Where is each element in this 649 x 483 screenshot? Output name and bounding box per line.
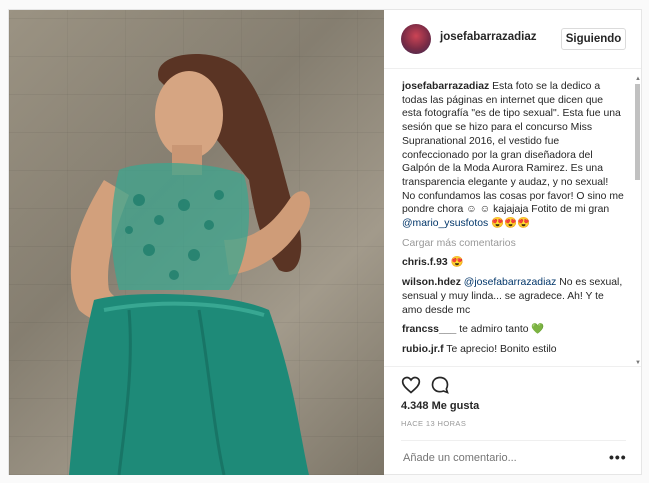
list-item: chris.f.93 😍 bbox=[402, 256, 624, 270]
comment-username[interactable]: chris.f.93 bbox=[402, 257, 448, 268]
comments-list: josefabarrazadiaz Esta foto se la dedico… bbox=[402, 80, 624, 363]
scroll-thumb[interactable] bbox=[635, 84, 640, 180]
caption-text: Esta foto se la dedico a todas las págin… bbox=[402, 81, 624, 216]
comments-scrollbar[interactable]: ▲ ▼ bbox=[634, 76, 641, 366]
load-more-comments[interactable]: Cargar más comentarios bbox=[402, 237, 624, 251]
list-item: wilson.hdez @josefabarrazadiaz No es sex… bbox=[402, 276, 624, 317]
comment-text: te admiro tanto 💚 bbox=[459, 324, 545, 336]
likes-count[interactable]: 4.348 Me gusta bbox=[401, 400, 479, 412]
post-photo[interactable] bbox=[9, 10, 384, 475]
list-item: francss___ te admiro tanto 💚 bbox=[402, 323, 624, 337]
avatar[interactable] bbox=[401, 24, 431, 54]
list-item: rubio.jr.f Te aprecio! Bonito estilo bbox=[402, 343, 624, 357]
instagram-post: josefabarrazadiaz Siguiendo josefabarraz… bbox=[8, 9, 642, 475]
comment-username[interactable]: wilson.hdez bbox=[402, 277, 461, 288]
scroll-up-arrow-icon[interactable]: ▲ bbox=[635, 76, 641, 82]
comment-username[interactable]: francss___ bbox=[402, 324, 456, 335]
header-username[interactable]: josefabarrazadiaz bbox=[440, 31, 537, 43]
heart-icon[interactable] bbox=[401, 375, 421, 400]
comment-mention[interactable]: @josefabarrazadiaz bbox=[464, 277, 557, 288]
post-sidebar: josefabarrazadiaz Siguiendo josefabarraz… bbox=[384, 10, 641, 475]
comment-text: Te aprecio! Bonito estilo bbox=[446, 343, 557, 355]
more-options-icon[interactable]: ••• bbox=[609, 449, 627, 465]
caption-username[interactable]: josefabarrazadiaz bbox=[402, 81, 489, 92]
caption-mention[interactable]: @mario_ysusfotos bbox=[402, 218, 488, 229]
comment-input[interactable] bbox=[401, 451, 595, 465]
caption-emoji: 😍😍😍 bbox=[491, 218, 530, 230]
caption: josefabarrazadiaz Esta foto se la dedico… bbox=[402, 80, 624, 231]
post-header: josefabarrazadiaz Siguiendo bbox=[384, 10, 641, 69]
comment-username[interactable]: rubio.jr.f bbox=[402, 344, 444, 355]
action-bar bbox=[384, 366, 641, 397]
add-comment-bar: ••• bbox=[401, 440, 626, 475]
comment-text: 😍 bbox=[450, 257, 464, 269]
following-button[interactable]: Siguiendo bbox=[561, 28, 626, 50]
post-photo-illustration bbox=[69, 53, 310, 475]
post-timestamp[interactable]: HACE 13 HORAS bbox=[401, 419, 466, 428]
comment-bubble-icon[interactable] bbox=[430, 375, 450, 400]
